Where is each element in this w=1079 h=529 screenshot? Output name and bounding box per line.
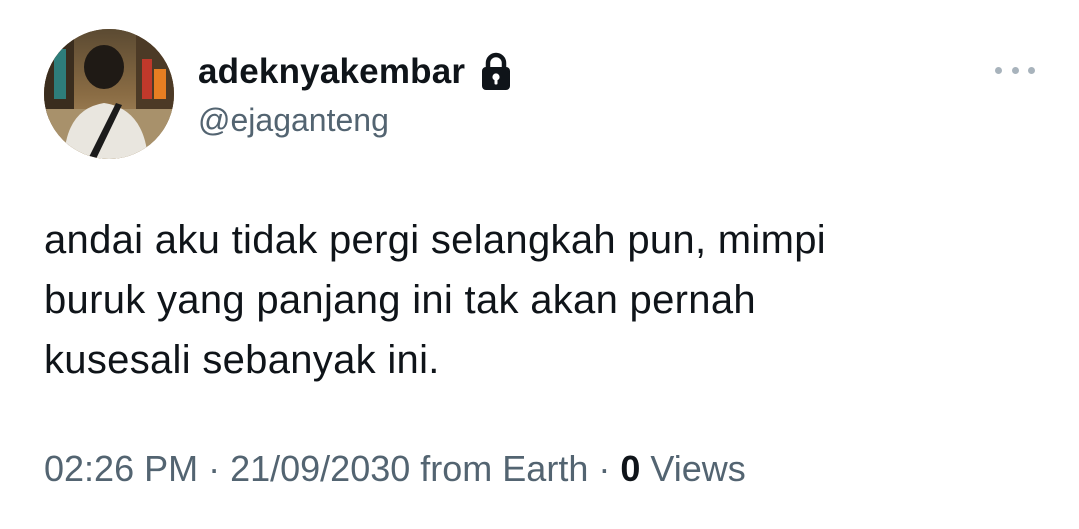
tweet-metadata: 02:26 PM · 21/09/2030 from Earth · 0 Views <box>44 448 746 490</box>
tweet-text: andai aku tidak pergi selangkah pun, mim… <box>44 210 1004 390</box>
lock-icon <box>479 52 513 92</box>
tweet-source: from Earth <box>420 448 589 489</box>
separator: · <box>208 448 221 489</box>
display-name[interactable]: adeknyakembar <box>198 52 465 92</box>
display-name-row: adeknyakembar <box>198 50 513 94</box>
tweet-card: adeknyakembar @ejaganteng andai aku tida… <box>0 0 1079 529</box>
views-count: 0 <box>620 448 641 489</box>
avatar[interactable] <box>44 29 174 159</box>
tweet-date[interactable]: 21/09/2030 <box>230 448 410 489</box>
user-handle[interactable]: @ejaganteng <box>198 102 513 139</box>
tweet-text-line: buruk yang panjang ini tak akan pernah <box>44 278 756 322</box>
tweet-time[interactable]: 02:26 PM <box>44 448 198 489</box>
tweet-text-line: andai aku tidak pergi selangkah pun, mim… <box>44 218 826 262</box>
more-horizontal-icon-dot <box>1011 66 1019 74</box>
separator: · <box>598 448 611 489</box>
more-horizontal-icon-dot <box>1028 66 1035 74</box>
more-horizontal-icon <box>995 66 1002 74</box>
views-label: Views <box>650 448 746 489</box>
avatar-photo <box>44 29 174 159</box>
more-options-button[interactable] <box>995 60 1035 80</box>
user-info: adeknyakembar @ejaganteng <box>198 50 513 139</box>
tweet-text-line: kusesali sebanyak ini. <box>44 338 440 382</box>
